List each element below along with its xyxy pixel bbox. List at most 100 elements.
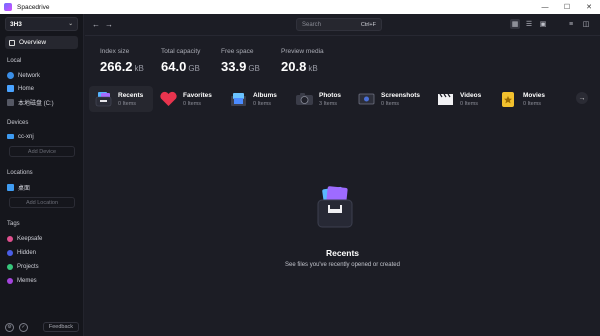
album-icon xyxy=(231,93,246,106)
stat-unit: kB xyxy=(308,64,318,73)
category-favorites[interactable]: Favorites 0 Items xyxy=(159,86,221,112)
category-photos[interactable]: Photos 3 Items xyxy=(295,86,355,112)
category-text: Photos 3 Items xyxy=(319,92,341,107)
sidebar-item-device[interactable]: cc-xnj xyxy=(7,131,79,142)
recents-box-icon xyxy=(95,92,112,107)
tag-keepsafe[interactable]: Keepsafe xyxy=(7,233,79,244)
sidebar-item-location[interactable]: 桌面 xyxy=(7,182,79,193)
tag-memes[interactable]: Memes xyxy=(7,275,79,286)
category-text: Recents 0 Items xyxy=(118,92,143,107)
sidebar-item-drive-c[interactable]: 本地磁盘 (C:) xyxy=(7,97,79,108)
search-shortcut: Ctrl+F xyxy=(360,21,376,28)
stat-total-capacity: Total capacity 64.0 GB xyxy=(161,48,200,74)
maximize-button[interactable]: ☐ xyxy=(556,0,578,14)
job-status-icon[interactable]: ✓ xyxy=(19,322,28,332)
minimize-button[interactable]: — xyxy=(534,0,556,14)
add-device-button[interactable]: Add Device xyxy=(9,146,75,157)
app-logo-icon xyxy=(4,3,12,11)
category-name: Movies xyxy=(523,91,546,99)
window-title: Spacedrive xyxy=(17,3,50,11)
category-name: Videos xyxy=(460,91,482,99)
category-recents[interactable]: Recents 0 Items xyxy=(89,86,153,112)
movie-ticket-icon xyxy=(502,92,514,107)
home-folder-icon xyxy=(7,85,14,92)
category-text: Albums 0 Items xyxy=(253,92,277,107)
stat-value: 20.8 xyxy=(281,59,307,74)
network-icon xyxy=(7,72,14,79)
folder-icon xyxy=(7,184,14,191)
camera-icon xyxy=(296,93,313,105)
stat-value-row: 33.9 GB xyxy=(221,59,260,74)
sidebar-item-network[interactable]: Network xyxy=(7,70,79,81)
sidebar-item-overview[interactable]: Overview xyxy=(5,36,78,49)
sidebar-item-label: 本地磁盘 (C:) xyxy=(18,101,54,107)
stat-index-size: Index size 266.2 kB xyxy=(100,48,144,74)
empty-state-title: Recents xyxy=(325,248,360,258)
feedback-button[interactable]: Feedback xyxy=(42,322,79,332)
grid-view-icon[interactable]: ▦ xyxy=(510,19,520,29)
tag-color-dot xyxy=(7,277,13,284)
stat-value-row: 20.8 kB xyxy=(281,59,324,74)
overview-icon xyxy=(9,39,15,46)
tag-color-dot xyxy=(7,235,13,242)
category-albums[interactable]: Albums 0 Items xyxy=(229,86,289,112)
settings-icon[interactable]: ⚙ xyxy=(5,322,14,332)
chevron-down-icon: ⌄ xyxy=(68,21,73,27)
category-videos[interactable]: Videos 0 Items xyxy=(436,86,494,112)
stat-preview-media: Preview media 20.8 kB xyxy=(281,48,324,74)
category-count: 0 Items xyxy=(253,100,272,107)
topbar: ← → Search Ctrl+F ▦ ☰ ▣ ≡ ◫ xyxy=(85,14,600,36)
search-input[interactable]: Search Ctrl+F xyxy=(296,18,382,31)
media-view-icon[interactable]: ▣ xyxy=(538,19,548,29)
category-count: 0 Items xyxy=(183,100,202,107)
category-text: Favorites 0 Items xyxy=(183,92,212,107)
sidebar-item-label: Overview xyxy=(19,39,47,46)
options-icon[interactable]: ≡ xyxy=(566,19,576,29)
empty-recents-box-icon xyxy=(317,186,353,228)
section-label-locations: Locations xyxy=(7,170,33,176)
stat-label: Preview media xyxy=(281,48,324,55)
stat-unit: GB xyxy=(188,64,200,73)
sidebar-item-label: cc-xnj xyxy=(18,133,34,140)
category-count: 0 Items xyxy=(460,100,479,107)
clapperboard-icon xyxy=(438,93,453,105)
category-text: Screenshots 0 Items xyxy=(381,92,420,107)
sidebar-item-label: Network xyxy=(18,72,41,79)
drive-icon xyxy=(7,99,14,106)
search-placeholder: Search xyxy=(302,21,322,28)
sidebar-item-label: 桌面 xyxy=(18,186,31,192)
stat-free-space: Free space 33.9 GB xyxy=(221,48,260,74)
add-location-button[interactable]: Add Location xyxy=(9,197,75,208)
category-name: Photos xyxy=(319,91,342,99)
stat-value-row: 266.2 kB xyxy=(100,59,144,74)
window-titlebar: Spacedrive — ☐ ✕ xyxy=(0,0,600,14)
sidebar-footer: ⚙ ✓ Feedback xyxy=(0,318,84,336)
forward-arrow-icon[interactable]: → xyxy=(104,19,114,29)
sidebar: 3H3 ⌄ Overview Local Network Home 本地磁盘 (… xyxy=(0,14,84,336)
laptop-icon xyxy=(7,134,14,139)
tag-label: Memes xyxy=(17,277,37,284)
category-text: Movies 0 Items xyxy=(523,92,545,107)
stat-unit: kB xyxy=(134,64,144,73)
list-view-icon[interactable]: ☰ xyxy=(524,19,534,29)
category-name: Recents xyxy=(118,91,144,99)
sidebar-item-home[interactable]: Home xyxy=(7,83,79,94)
category-movies[interactable]: Movies 0 Items xyxy=(499,86,559,112)
back-arrow-icon[interactable]: ← xyxy=(91,19,101,29)
category-count: 0 Items xyxy=(381,100,400,107)
inspector-toggle-icon[interactable]: ◫ xyxy=(581,19,591,29)
category-screenshots[interactable]: Screenshots 0 Items xyxy=(357,86,429,112)
library-name: 3H3 xyxy=(10,20,22,28)
empty-state-subtitle: See files you've recently opened or crea… xyxy=(285,262,400,268)
carousel-next-button[interactable]: → xyxy=(576,92,588,104)
screenshot-icon xyxy=(358,93,375,105)
section-label-tags: Tags xyxy=(7,221,20,227)
stat-value: 266.2 xyxy=(100,59,133,74)
sidebar-item-label: Home xyxy=(18,85,35,92)
stat-unit: GB xyxy=(248,64,260,73)
category-name: Albums xyxy=(253,91,277,99)
window-controls: — ☐ ✕ xyxy=(534,0,600,14)
category-name: Screenshots xyxy=(381,91,421,99)
library-selector[interactable]: 3H3 ⌄ xyxy=(5,17,78,31)
close-button[interactable]: ✕ xyxy=(578,0,600,14)
